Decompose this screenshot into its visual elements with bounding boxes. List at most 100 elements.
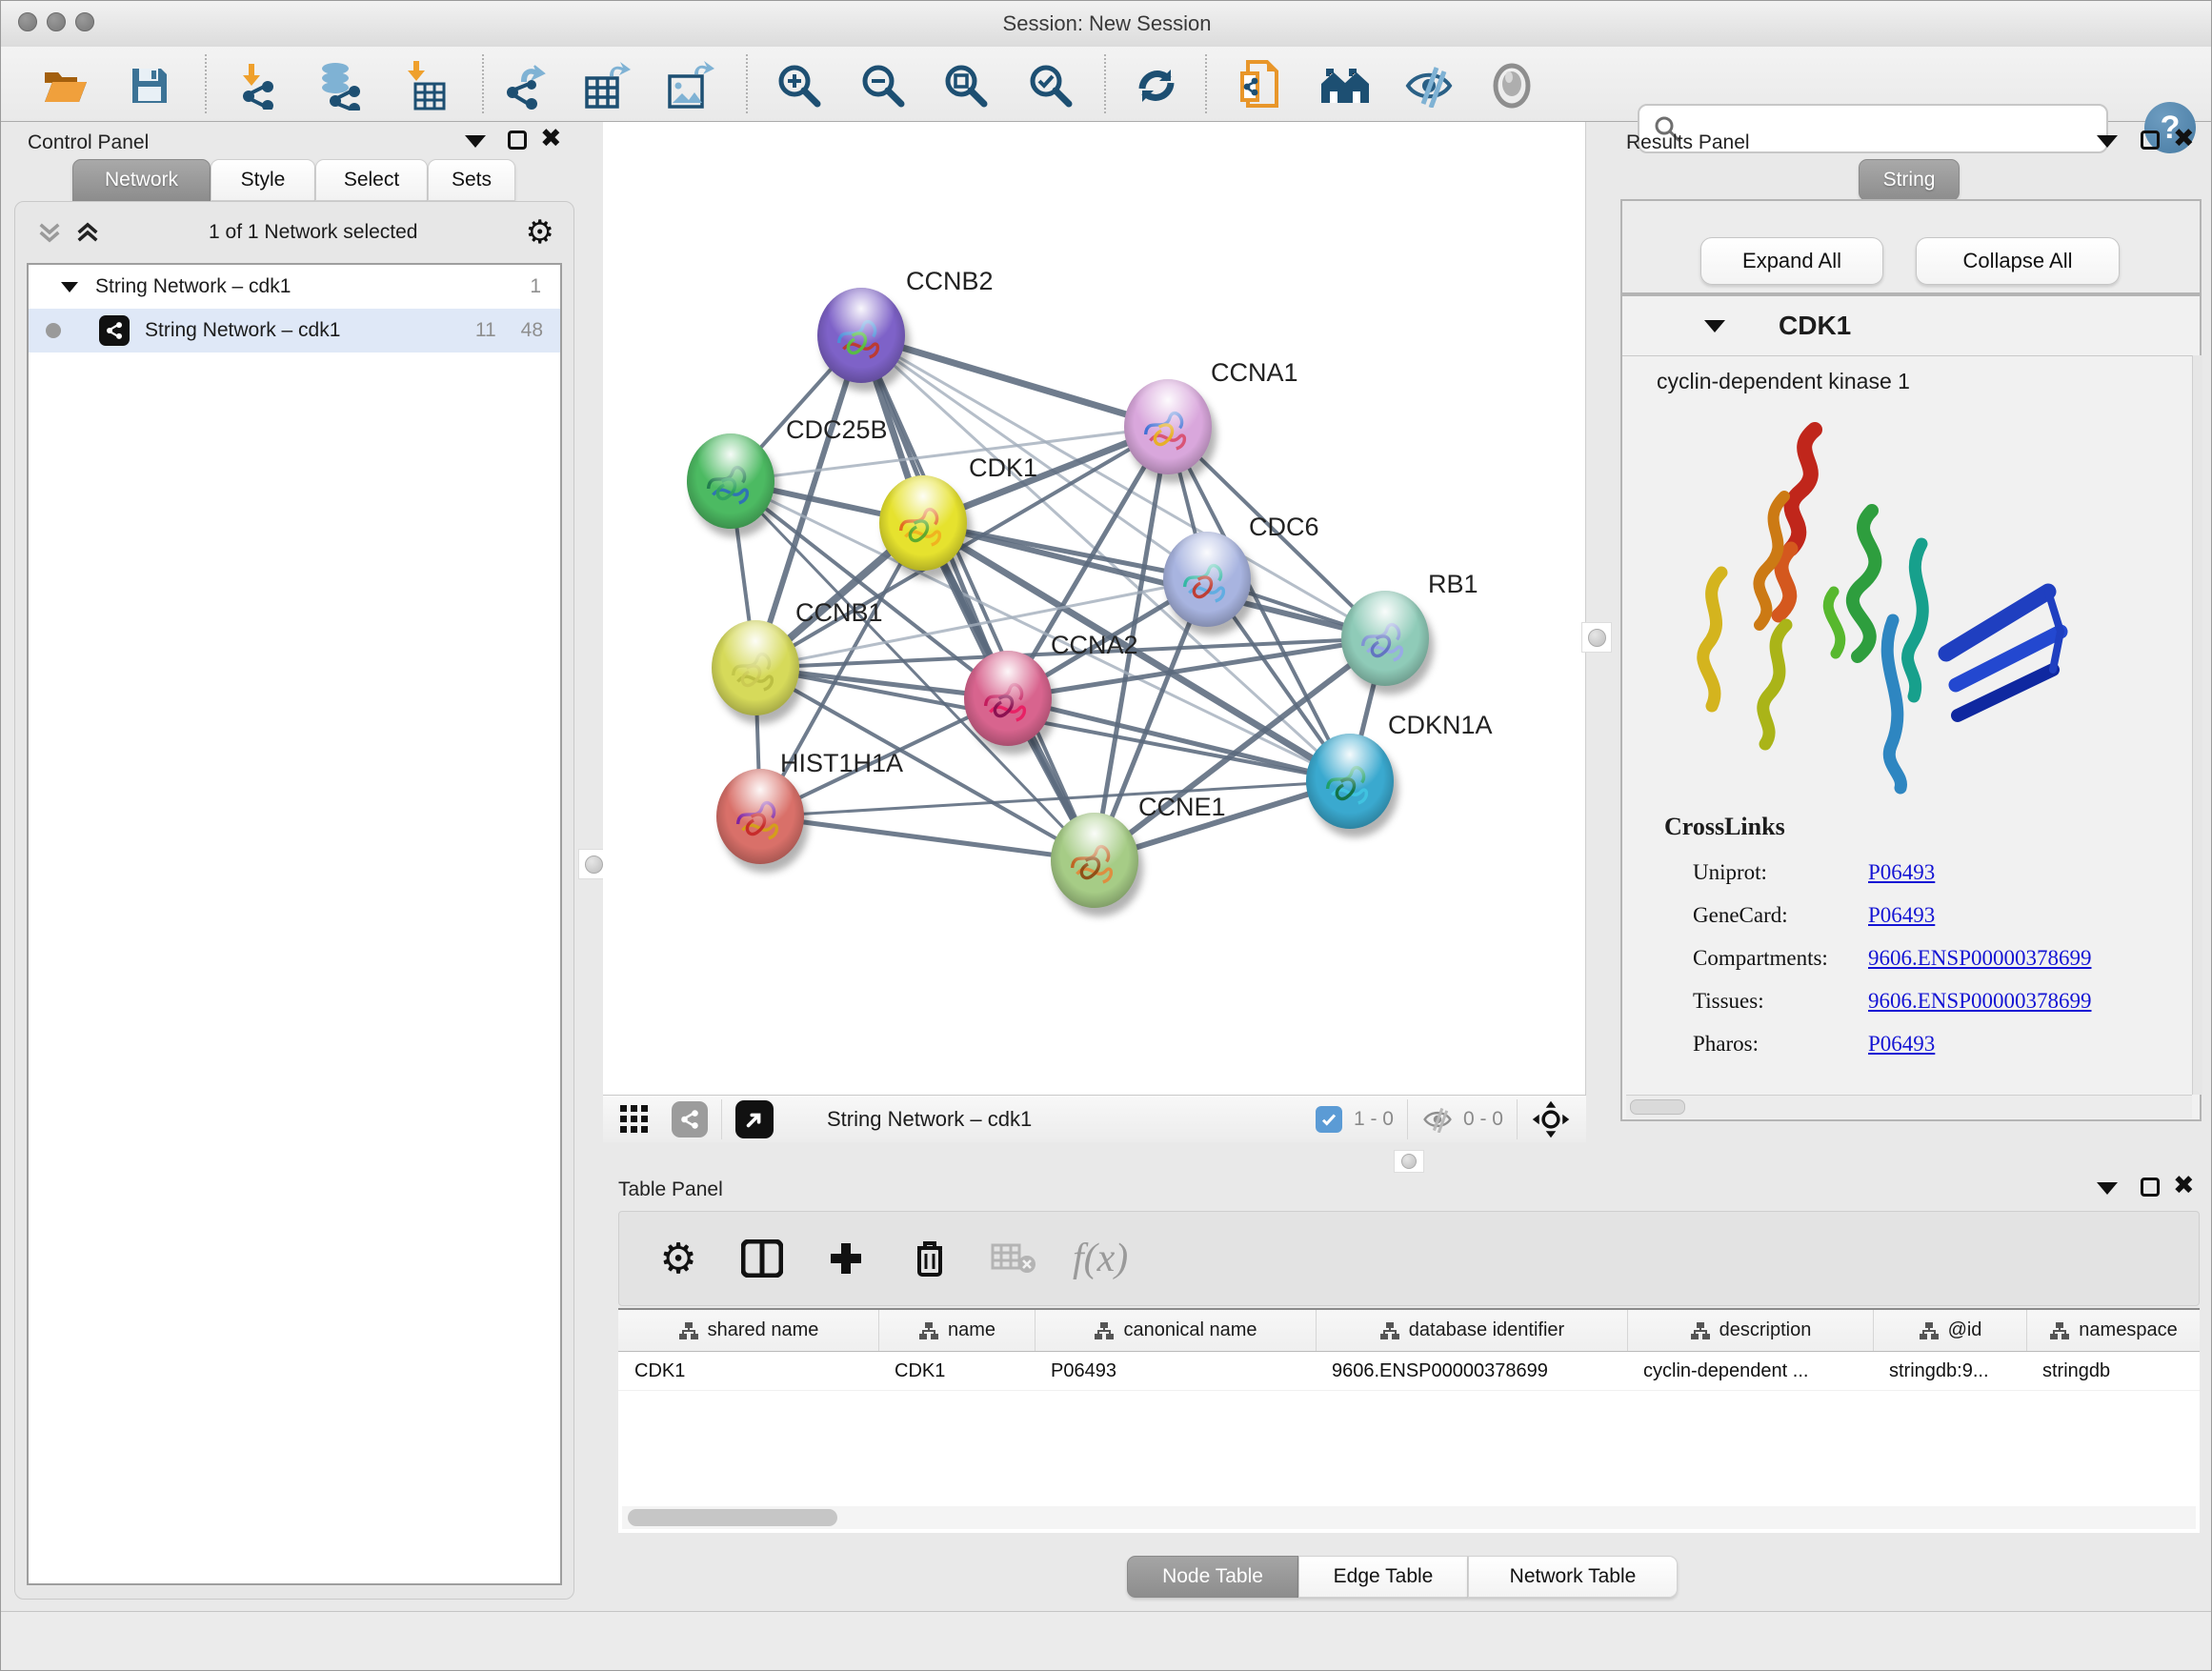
hidden-eye-icon[interactable] xyxy=(1421,1106,1454,1133)
horizontal-splitter[interactable] xyxy=(1394,1150,1424,1173)
network-node-RB1[interactable] xyxy=(1341,591,1429,686)
tab-node-table[interactable]: Node Table xyxy=(1127,1556,1298,1598)
import-network-database-button[interactable] xyxy=(312,59,366,112)
network-node-CDC6[interactable] xyxy=(1163,532,1251,627)
network-collection-row[interactable]: String Network – cdk1 1 xyxy=(29,265,560,309)
control-panel-close-icon[interactable]: ✖ xyxy=(540,130,562,149)
network-node-CDKN1A[interactable] xyxy=(1306,734,1394,829)
show-glass-button[interactable] xyxy=(1485,59,1538,112)
column-header-description[interactable]: description xyxy=(1627,1310,1873,1351)
string-document-button[interactable] xyxy=(1234,59,1287,112)
function-builder-icon[interactable]: f(x) xyxy=(1073,1234,1128,1283)
refresh-button[interactable] xyxy=(1130,59,1183,112)
column-header--id[interactable]: @id xyxy=(1873,1310,2026,1351)
network-node-CCNE1[interactable] xyxy=(1051,813,1138,908)
table-cell[interactable]: 9606.ENSP00000378699 xyxy=(1316,1360,1627,1382)
network-node-HIST1H1A[interactable] xyxy=(716,769,804,864)
column-header-database-identifier[interactable]: database identifier xyxy=(1316,1310,1627,1351)
tab-sets[interactable]: Sets xyxy=(428,159,515,201)
grid-view-icon[interactable] xyxy=(620,1105,649,1134)
expand-all-icon[interactable] xyxy=(74,219,101,246)
delete-table-icon[interactable] xyxy=(989,1234,1038,1283)
zoom-selected-button[interactable] xyxy=(1024,59,1077,112)
network-canvas[interactable]: CCNB2CCNA1CDC25BCDK1CDC6RB1CCNB1CCNA2CDK… xyxy=(603,122,1586,1095)
network-node-CCNB1[interactable] xyxy=(712,620,799,715)
results-panel-close-icon[interactable]: ✖ xyxy=(2173,130,2195,149)
gene-header-row[interactable]: CDK1 xyxy=(1622,296,2200,356)
open-in-window-icon[interactable] xyxy=(735,1100,774,1138)
table-cell[interactable]: CDK1 xyxy=(878,1360,1035,1382)
column-header-canonical-name[interactable]: canonical name xyxy=(1035,1310,1316,1351)
network-node-CDC25B[interactable] xyxy=(687,433,774,529)
export-network-button[interactable] xyxy=(498,59,552,112)
tab-style[interactable]: Style xyxy=(211,159,315,201)
export-image-button[interactable] xyxy=(664,59,717,112)
table-panel-close-icon[interactable]: ✖ xyxy=(2173,1177,2195,1196)
delete-column-icon[interactable] xyxy=(905,1234,955,1283)
window-title: Session: New Session xyxy=(1,11,2212,36)
table-panel-float-icon[interactable] xyxy=(2141,1178,2160,1197)
network-edge-HIST1H1A-CCNE1[interactable] xyxy=(760,816,1095,860)
network-graph[interactable]: CCNB2CCNA1CDC25BCDK1CDC6RB1CCNB1CCNA2CDK… xyxy=(603,122,1586,1095)
collapse-all-button[interactable]: Collapse All xyxy=(1916,237,2120,285)
add-column-icon[interactable] xyxy=(821,1234,871,1283)
table-cell[interactable]: stringdb:9... xyxy=(1873,1360,2026,1382)
node-label-CCNA1: CCNA1 xyxy=(1211,358,1298,387)
open-session-button[interactable] xyxy=(39,59,92,112)
column-header-namespace[interactable]: namespace xyxy=(2026,1310,2200,1351)
network-node-CDK1[interactable] xyxy=(879,475,967,571)
selected-checkbox-icon[interactable] xyxy=(1316,1106,1342,1133)
export-table-button[interactable] xyxy=(581,59,634,112)
table-panel-menu-icon[interactable] xyxy=(2097,1182,2118,1195)
crosslink-link[interactable]: 9606.ENSP00000378699 xyxy=(1868,946,2092,971)
pan-crosshair-icon[interactable] xyxy=(1531,1099,1571,1139)
expand-all-button[interactable]: Expand All xyxy=(1700,237,1883,285)
table-cell[interactable]: stringdb xyxy=(2026,1360,2200,1382)
zoom-fit-button[interactable] xyxy=(939,59,993,112)
results-vertical-scrollbar[interactable] xyxy=(2192,355,2202,1095)
table-cell[interactable]: P06493 xyxy=(1035,1360,1316,1382)
control-panel-menu-icon[interactable] xyxy=(465,135,486,148)
crosslink-link[interactable]: 9606.ENSP00000378699 xyxy=(1868,989,2092,1014)
results-horizontal-scrollbar[interactable] xyxy=(1626,1095,2192,1118)
tab-select[interactable]: Select xyxy=(315,159,428,201)
import-table-button[interactable] xyxy=(397,59,451,112)
tab-edge-table[interactable]: Edge Table xyxy=(1298,1556,1468,1598)
network-view-type-icon[interactable] xyxy=(672,1101,708,1137)
network-node-CCNB2[interactable] xyxy=(817,288,905,383)
gene-expander-icon[interactable] xyxy=(1704,320,1725,332)
network-options-gear-icon[interactable]: ⚙ xyxy=(526,213,554,252)
show-columns-icon[interactable] xyxy=(737,1234,787,1283)
control-panel-float-icon[interactable] xyxy=(508,131,527,150)
results-panel-menu-icon[interactable] xyxy=(2097,135,2118,148)
crosslink-link[interactable]: P06493 xyxy=(1868,903,1935,928)
table-cell[interactable]: CDK1 xyxy=(618,1360,878,1382)
tab-network[interactable]: Network xyxy=(72,159,211,201)
network-node-CCNA2[interactable] xyxy=(964,651,1052,746)
column-header-name[interactable]: name xyxy=(878,1310,1035,1351)
save-session-button[interactable] xyxy=(123,59,176,112)
string-home-button[interactable] xyxy=(1318,59,1372,112)
network-edge-CCNB2-CCNE1[interactable] xyxy=(861,335,1095,860)
table-row[interactable]: CDK1CDK1P064939606.ENSP00000378699cyclin… xyxy=(618,1352,2200,1391)
results-panel-float-icon[interactable] xyxy=(2141,131,2160,150)
tab-network-table[interactable]: Network Table xyxy=(1468,1556,1678,1598)
network-row-selected[interactable]: String Network – cdk1 11 48 xyxy=(29,309,560,352)
network-type-icon xyxy=(99,315,130,346)
import-network-file-button[interactable] xyxy=(232,59,286,112)
zoom-in-button[interactable] xyxy=(773,59,826,112)
zoom-out-button[interactable] xyxy=(856,59,910,112)
table-panel-title: Table Panel xyxy=(618,1178,723,1201)
tab-string[interactable]: String xyxy=(1859,159,1960,201)
hide-glass-button[interactable] xyxy=(1402,59,1456,112)
table-cell[interactable]: cyclin-dependent ... xyxy=(1627,1360,1873,1382)
table-horizontal-scrollbar[interactable] xyxy=(622,1506,2196,1529)
scrollbar-thumb[interactable] xyxy=(628,1509,837,1526)
crosslink-link[interactable]: P06493 xyxy=(1868,860,1935,885)
collapse-all-icon[interactable] xyxy=(36,219,63,246)
table-settings-gear-icon[interactable]: ⚙ xyxy=(654,1234,703,1283)
column-header-shared-name[interactable]: shared name xyxy=(618,1310,878,1351)
network-node-CCNA1[interactable] xyxy=(1124,379,1212,474)
crosslink-link[interactable]: P06493 xyxy=(1868,1032,1935,1057)
collection-expander-icon[interactable] xyxy=(61,282,78,292)
